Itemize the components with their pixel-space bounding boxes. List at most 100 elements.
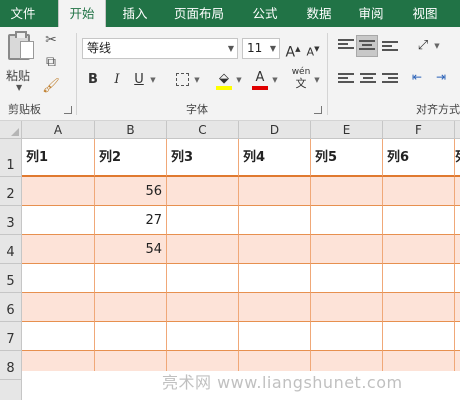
- table-header-cell[interactable]: 列: [455, 139, 460, 177]
- format-painter-icon[interactable]: 🖌: [42, 77, 60, 95]
- column-header-d[interactable]: D: [239, 121, 311, 139]
- table-cell[interactable]: [311, 235, 383, 264]
- table-cell[interactable]: [311, 322, 383, 351]
- column-header-e[interactable]: E: [311, 121, 383, 139]
- orientation-icon[interactable]: ⤢: [412, 36, 434, 56]
- table-cell[interactable]: [455, 322, 460, 351]
- table-cell[interactable]: [95, 351, 167, 371]
- font-color-dropdown-icon[interactable]: ▼: [270, 70, 280, 90]
- table-cell[interactable]: [455, 264, 460, 293]
- table-cell[interactable]: 54: [95, 235, 167, 264]
- table-cell[interactable]: [239, 206, 311, 235]
- fill-color-dropdown-icon[interactable]: ▼: [234, 70, 244, 90]
- table-cell[interactable]: [22, 206, 95, 235]
- table-cell[interactable]: [311, 351, 383, 371]
- tab-formulas[interactable]: 公式: [244, 0, 286, 27]
- table-cell[interactable]: 56: [95, 177, 167, 206]
- decrease-indent-icon[interactable]: ⇤: [406, 67, 428, 87]
- table-cell[interactable]: [239, 322, 311, 351]
- table-cell[interactable]: [383, 235, 455, 264]
- column-header-c[interactable]: C: [167, 121, 239, 139]
- row-header-6[interactable]: 6: [0, 293, 22, 322]
- table-cell[interactable]: [311, 177, 383, 206]
- align-center-icon[interactable]: [360, 73, 376, 85]
- table-cell[interactable]: [455, 177, 460, 206]
- phonetic-button[interactable]: wén 文: [290, 67, 312, 89]
- table-header-cell[interactable]: 列5: [311, 139, 383, 177]
- font-color-button[interactable]: A: [250, 68, 270, 90]
- table-cell[interactable]: [311, 293, 383, 322]
- row-header-2[interactable]: 2: [0, 177, 22, 206]
- table-cell[interactable]: [239, 235, 311, 264]
- underline-button[interactable]: U: [130, 70, 148, 90]
- top-align-icon[interactable]: [338, 39, 354, 51]
- table-cell[interactable]: [311, 264, 383, 293]
- table-header-cell[interactable]: 列2: [95, 139, 167, 177]
- bold-button[interactable]: B: [84, 70, 102, 90]
- borders-button[interactable]: [172, 70, 192, 90]
- column-header-b[interactable]: B: [95, 121, 167, 139]
- table-cell[interactable]: [95, 293, 167, 322]
- table-cell[interactable]: [239, 293, 311, 322]
- table-cell[interactable]: [167, 264, 239, 293]
- select-all-button[interactable]: [0, 121, 22, 139]
- table-cell[interactable]: [239, 264, 311, 293]
- bottom-align-icon[interactable]: [382, 41, 398, 53]
- shrink-font-button[interactable]: A▼: [304, 39, 322, 59]
- table-cell[interactable]: [383, 322, 455, 351]
- table-header-cell[interactable]: 列1: [22, 139, 95, 177]
- table-cell[interactable]: [167, 351, 239, 371]
- table-cell[interactable]: [239, 351, 311, 371]
- tab-review[interactable]: 审阅: [350, 0, 392, 27]
- clipboard-launcher-icon[interactable]: [64, 106, 72, 114]
- fill-color-button[interactable]: ⬙: [214, 69, 234, 90]
- column-header-g[interactable]: [455, 121, 460, 139]
- tab-home[interactable]: 开始: [58, 0, 106, 27]
- table-cell[interactable]: [383, 177, 455, 206]
- table-cell[interactable]: [22, 293, 95, 322]
- tab-data[interactable]: 数据: [298, 0, 340, 27]
- table-cell[interactable]: [383, 264, 455, 293]
- table-header-cell[interactable]: 列6: [383, 139, 455, 177]
- tab-view[interactable]: 视图: [404, 0, 446, 27]
- underline-dropdown-icon[interactable]: ▼: [148, 70, 158, 90]
- font-size-select[interactable]: 11 ▼: [242, 38, 280, 59]
- table-cell[interactable]: [22, 322, 95, 351]
- table-cell[interactable]: [455, 351, 460, 371]
- increase-indent-icon[interactable]: ⇥: [430, 67, 452, 87]
- tab-file[interactable]: 文件: [4, 0, 42, 27]
- align-left-icon[interactable]: [338, 73, 354, 85]
- table-cell[interactable]: [167, 293, 239, 322]
- table-cell[interactable]: [95, 322, 167, 351]
- row-header-8[interactable]: 8: [0, 351, 22, 380]
- row-header-4[interactable]: 4: [0, 235, 22, 264]
- table-cell[interactable]: [22, 235, 95, 264]
- table-cell[interactable]: [455, 293, 460, 322]
- align-right-icon[interactable]: [382, 73, 398, 85]
- row-header-7[interactable]: 7: [0, 322, 22, 351]
- table-cell[interactable]: [22, 351, 95, 371]
- table-header-cell[interactable]: 列4: [239, 139, 311, 177]
- table-cell[interactable]: 27: [95, 206, 167, 235]
- table-cell[interactable]: [167, 177, 239, 206]
- column-header-a[interactable]: A: [22, 121, 95, 139]
- row-header-5[interactable]: 5: [0, 264, 22, 293]
- row-header-1[interactable]: 1: [0, 139, 22, 177]
- grow-font-button[interactable]: A▲: [284, 39, 302, 61]
- orientation-dropdown-icon[interactable]: ▼: [432, 36, 442, 56]
- table-cell[interactable]: [239, 177, 311, 206]
- middle-align-button[interactable]: [356, 35, 378, 57]
- table-cell[interactable]: [167, 235, 239, 264]
- row-header-9[interactable]: [0, 380, 22, 400]
- table-cell[interactable]: [95, 264, 167, 293]
- table-cell[interactable]: [22, 264, 95, 293]
- table-header-cell[interactable]: 列3: [167, 139, 239, 177]
- borders-dropdown-icon[interactable]: ▼: [192, 70, 202, 90]
- font-name-select[interactable]: 等线 ▼: [82, 38, 238, 59]
- table-cell[interactable]: [455, 235, 460, 264]
- table-cell[interactable]: [167, 322, 239, 351]
- cut-icon[interactable]: ✂: [42, 31, 60, 49]
- table-cell[interactable]: [383, 206, 455, 235]
- table-cell[interactable]: [383, 351, 455, 371]
- tab-insert[interactable]: 插入: [114, 0, 156, 27]
